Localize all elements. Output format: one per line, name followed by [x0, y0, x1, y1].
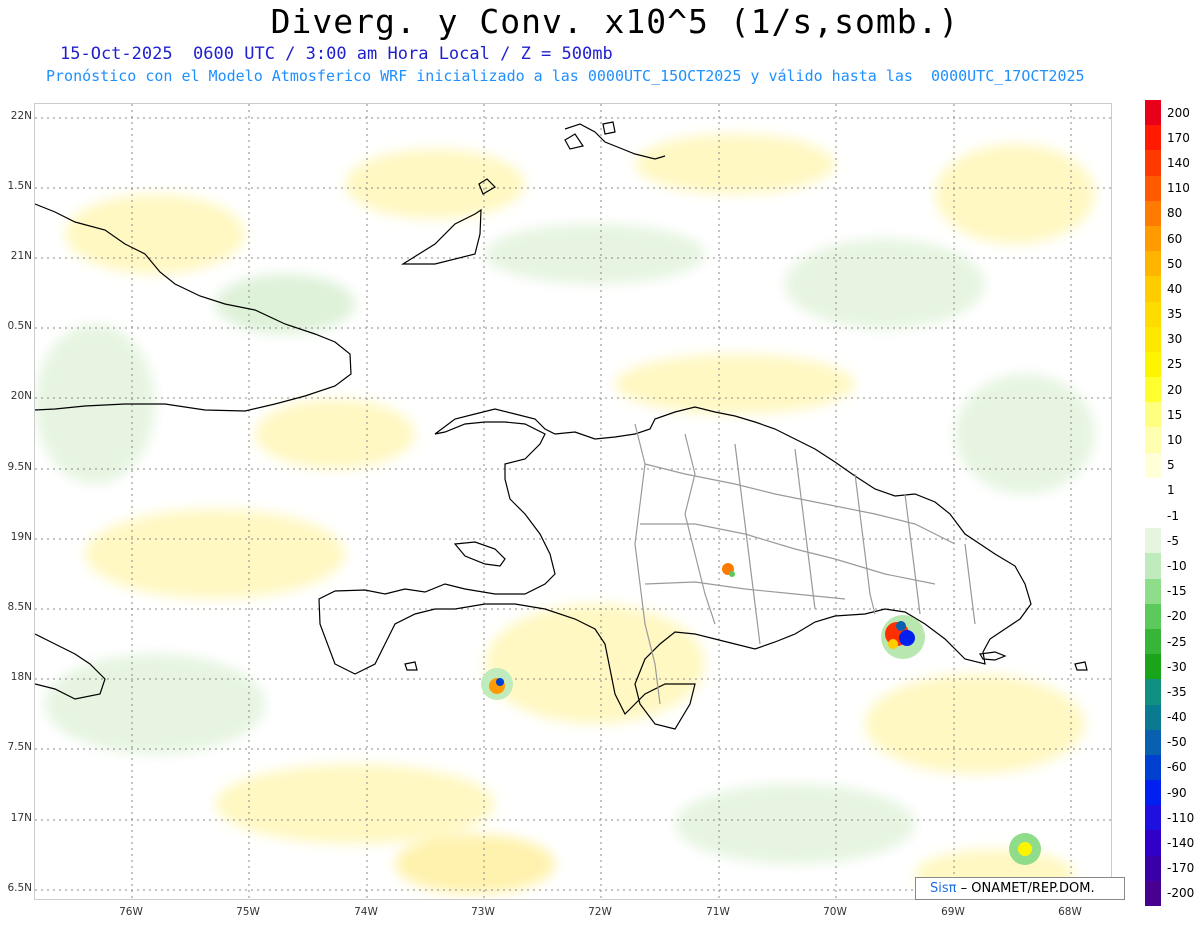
colorbar-label: -20	[1167, 609, 1187, 624]
colorbar-label: -90	[1167, 785, 1187, 800]
colorbar-swatch	[1145, 402, 1161, 428]
colorbar-swatch	[1145, 125, 1161, 151]
lat-label: 8.5N	[7, 601, 32, 613]
map-canvas	[35, 104, 1111, 899]
colorbar-swatch	[1145, 276, 1161, 302]
colorbar-swatch	[1145, 729, 1161, 755]
lat-label: 0.5N	[7, 320, 32, 332]
lat-label: 21N	[10, 250, 32, 262]
lat-label: 19N	[10, 531, 32, 543]
credit-box: Sisπ – ONAMET/REP.DOM.	[915, 877, 1125, 900]
lat-label: 20N	[10, 390, 32, 402]
colorbar-swatch	[1145, 528, 1161, 554]
colorbar-swatch	[1145, 780, 1161, 806]
hotspot-haiti-south	[481, 668, 513, 700]
lon-label: 70W	[823, 906, 847, 918]
colorbar-swatch	[1145, 100, 1161, 126]
colorbar-label: 80	[1167, 206, 1183, 221]
field-shading	[35, 134, 1095, 899]
lon-label: 75W	[236, 906, 260, 918]
colorbar-swatch	[1145, 754, 1161, 781]
colorbar	[1145, 100, 1161, 906]
lat-label: 18N	[10, 671, 32, 683]
colorbar-swatch	[1145, 351, 1161, 378]
map-title: Diverg. y Conv. x10^5 (1/s,somb.)	[270, 2, 960, 41]
colorbar-label: -110	[1167, 810, 1195, 825]
colorbar-swatch	[1145, 830, 1161, 856]
lon-label: 68W	[1058, 906, 1082, 918]
lon-label: 74W	[354, 906, 378, 918]
colorbar-label: -5	[1167, 533, 1179, 548]
colorbar-label: -15	[1167, 584, 1187, 599]
colorbar-label: 50	[1167, 256, 1183, 271]
colorbar-label: 110	[1167, 181, 1190, 196]
sispi-logo: Sisπ	[930, 881, 957, 896]
colorbar-swatch	[1145, 805, 1161, 831]
lon-label: 71W	[706, 906, 730, 918]
colorbar-label: 20	[1167, 382, 1183, 397]
colorbar-swatch	[1145, 251, 1161, 277]
colorbar-swatch	[1145, 477, 1161, 503]
colorbar-swatch	[1145, 578, 1161, 604]
lat-label: 7.5N	[7, 741, 32, 753]
colorbar-swatch	[1145, 225, 1161, 252]
colorbar-label: -1	[1167, 508, 1179, 523]
lon-label: 73W	[471, 906, 495, 918]
colorbar-swatch	[1145, 427, 1161, 453]
colorbar-label: 170	[1167, 130, 1190, 145]
colorbar-swatch	[1145, 200, 1161, 226]
colorbar-swatch	[1145, 175, 1161, 201]
colorbar-label: -30	[1167, 659, 1187, 674]
lat-label: 22N	[10, 110, 32, 122]
lat-label: 17N	[10, 812, 32, 824]
hotspot-central-dr	[722, 563, 735, 577]
divergence-map	[34, 103, 1112, 900]
colorbar-swatch	[1145, 855, 1161, 881]
colorbar-swatch	[1145, 326, 1161, 352]
colorbar-label: -10	[1167, 558, 1187, 573]
colorbar-label: 30	[1167, 332, 1183, 347]
colorbar-swatch	[1145, 503, 1161, 529]
colorbar-swatch	[1145, 603, 1161, 629]
forecast-time-subtitle: 15-Oct-2025 0600 UTC / 3:00 am Hora Loca…	[60, 44, 613, 64]
colorbar-label: 1	[1167, 483, 1175, 498]
colorbar-label: 140	[1167, 155, 1190, 170]
colorbar-swatch	[1145, 679, 1161, 705]
colorbar-swatch	[1145, 452, 1161, 478]
lat-label: 1.5N	[7, 180, 32, 192]
colorbar-label: 15	[1167, 407, 1183, 422]
colorbar-label: -50	[1167, 735, 1187, 750]
hotspot-southeast	[1009, 833, 1041, 865]
lon-label: 69W	[941, 906, 965, 918]
colorbar-label: 60	[1167, 231, 1183, 246]
colorbar-label: -35	[1167, 684, 1187, 699]
colorbar-swatch	[1145, 628, 1161, 655]
colorbar-swatch	[1145, 654, 1161, 680]
colorbar-swatch	[1145, 880, 1161, 906]
colorbar-label: 5	[1167, 458, 1175, 473]
colorbar-label: -60	[1167, 760, 1187, 775]
lat-label: 6.5N	[7, 882, 32, 894]
colorbar-label: -25	[1167, 634, 1187, 649]
credit-text: – ONAMET/REP.DOM.	[956, 881, 1095, 896]
lat-label: 9.5N	[7, 461, 32, 473]
lon-label: 76W	[119, 906, 143, 918]
colorbar-label: 40	[1167, 281, 1183, 296]
colorbar-label: -170	[1167, 861, 1195, 876]
colorbar-label: -200	[1167, 886, 1195, 901]
colorbar-swatch	[1145, 150, 1161, 176]
colorbar-swatch	[1145, 377, 1161, 403]
model-info-subtitle: Pronóstico con el Modelo Atmosferico WRF…	[46, 67, 1085, 85]
colorbar-label: -40	[1167, 710, 1187, 725]
colorbar-label: -140	[1167, 836, 1195, 851]
hotspot-se-dr	[881, 615, 925, 659]
lon-label: 72W	[588, 906, 612, 918]
colorbar-label: 10	[1167, 433, 1183, 448]
colorbar-swatch	[1145, 704, 1161, 730]
colorbar-label: 25	[1167, 357, 1183, 372]
colorbar-swatch	[1145, 301, 1161, 327]
colorbar-label: 200	[1167, 105, 1190, 120]
colorbar-swatch	[1145, 553, 1161, 579]
colorbar-label: 35	[1167, 307, 1183, 322]
